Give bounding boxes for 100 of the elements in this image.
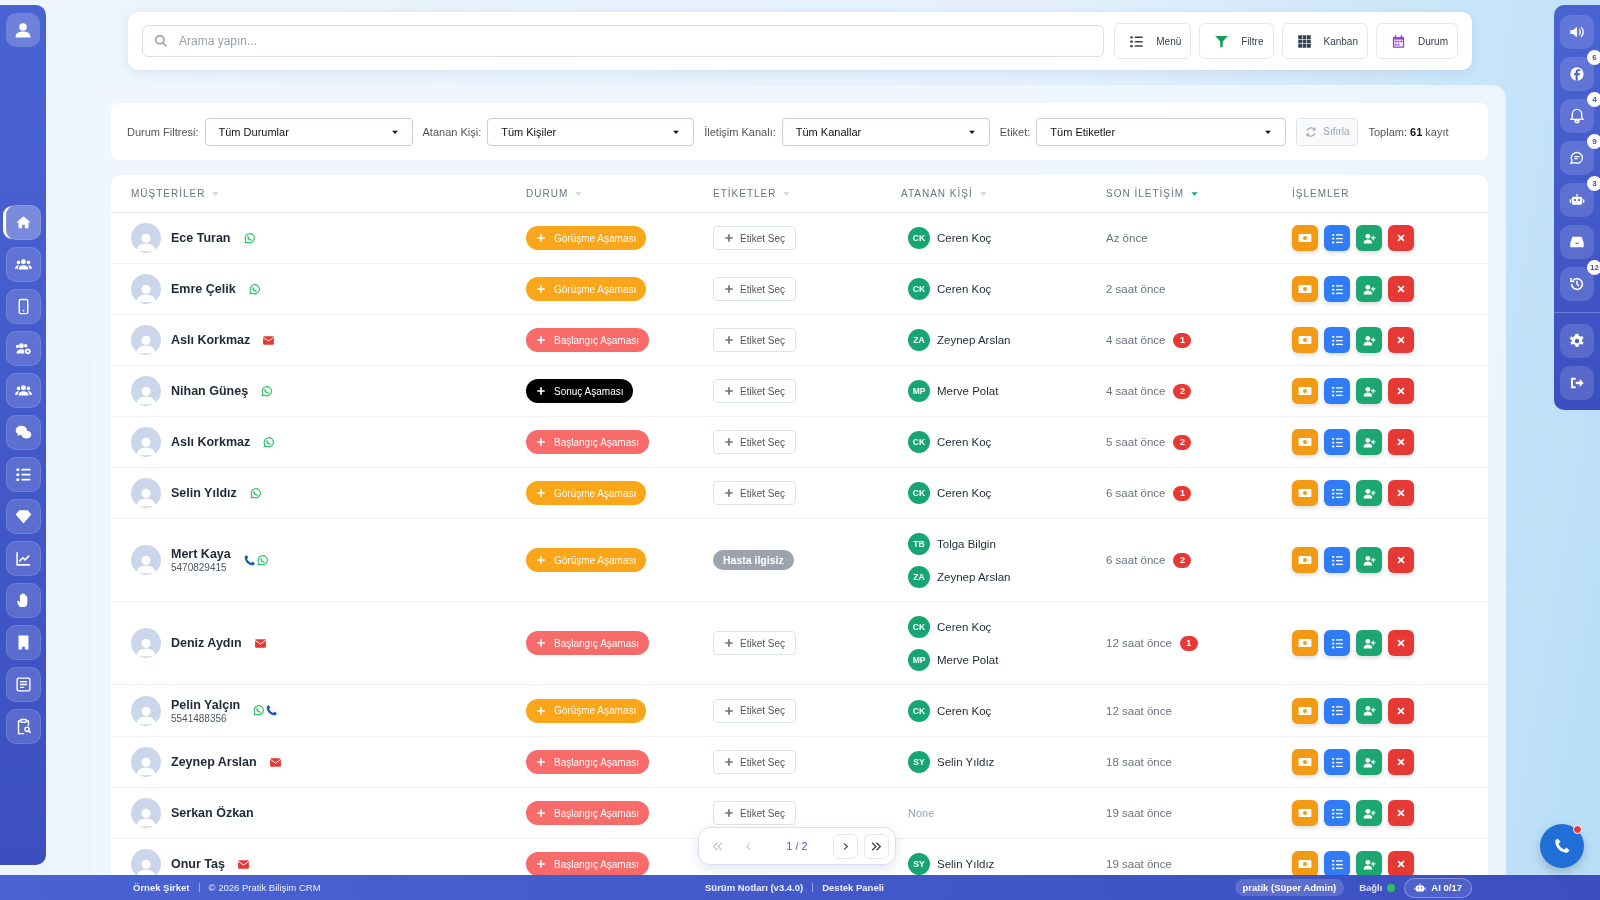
assign-user-button[interactable] — [1356, 378, 1382, 404]
toolbar-button[interactable]: Durum — [1376, 23, 1458, 59]
customer-name[interactable]: Selin Yıldız — [171, 486, 237, 500]
tag-select-button[interactable]: Etiket Seç — [713, 698, 797, 723]
customer-name[interactable]: Onur Taş — [171, 857, 225, 871]
customer-name[interactable]: Aslı Korkmaz — [171, 435, 251, 449]
tag-select-button[interactable]: Etiket Seç — [713, 226, 797, 250]
nav-button[interactable] — [5, 247, 41, 282]
delete-button[interactable] — [1388, 630, 1414, 656]
sidebar-button[interactable] — [1560, 225, 1594, 259]
tasks-button[interactable] — [1324, 225, 1350, 251]
nav-button[interactable] — [5, 373, 41, 408]
tasks-button[interactable] — [1324, 480, 1350, 506]
filter-dropdown[interactable]: Tüm Kanallar — [781, 117, 990, 146]
tasks-button[interactable] — [1324, 800, 1350, 826]
delete-button[interactable] — [1388, 378, 1414, 404]
call-button[interactable] — [1540, 824, 1584, 868]
tag-select-button[interactable]: Etiket Seç — [713, 481, 797, 505]
tasks-button[interactable] — [1324, 749, 1350, 775]
payment-button[interactable] — [1292, 225, 1318, 251]
nav-button[interactable] — [5, 541, 41, 576]
delete-button[interactable] — [1388, 225, 1414, 251]
customer-name[interactable]: Pelin Yalçın — [171, 697, 241, 712]
customer-name[interactable]: Deniz Aydın — [171, 636, 242, 650]
nav-button[interactable] — [5, 499, 41, 534]
column-header[interactable]: İŞLEMLER — [1292, 188, 1350, 199]
payment-button[interactable] — [1292, 327, 1318, 353]
delete-button[interactable] — [1388, 276, 1414, 302]
delete-button[interactable] — [1388, 480, 1414, 506]
assign-user-button[interactable] — [1356, 851, 1382, 875]
delete-button[interactable] — [1388, 697, 1414, 724]
status-pill[interactable]: Sonuç Aşaması — [526, 379, 634, 403]
filter-dropdown[interactable]: Tüm Durumlar — [204, 117, 413, 146]
nav-button[interactable] — [5, 205, 41, 240]
nav-button[interactable] — [5, 709, 41, 744]
payment-button[interactable] — [1292, 480, 1318, 506]
sidebar-button[interactable] — [1560, 183, 1594, 217]
nav-button[interactable] — [5, 667, 41, 702]
last-page-button[interactable] — [864, 833, 889, 859]
filter-dropdown[interactable]: Tüm Kişiler — [487, 117, 695, 146]
delete-button[interactable] — [1388, 851, 1414, 875]
tag-select-button[interactable]: Etiket Seç — [713, 277, 797, 301]
payment-button[interactable] — [1292, 697, 1318, 724]
footer-link[interactable]: Sürüm Notları (v3.4.0) — [705, 882, 804, 893]
delete-button[interactable] — [1388, 749, 1414, 775]
tasks-button[interactable] — [1324, 697, 1350, 724]
tasks-button[interactable] — [1324, 547, 1350, 573]
assign-user-button[interactable] — [1356, 225, 1382, 251]
profile-button[interactable] — [6, 13, 40, 47]
sidebar-button[interactable] — [1560, 141, 1594, 175]
nav-button[interactable] — [5, 415, 41, 450]
assign-user-button[interactable] — [1356, 749, 1382, 775]
assign-user-button[interactable] — [1356, 800, 1382, 826]
column-header[interactable]: MÜŞTERİLER — [131, 188, 206, 199]
customer-name[interactable]: Ece Turan — [171, 231, 231, 245]
payment-button[interactable] — [1292, 851, 1318, 875]
assign-user-button[interactable] — [1356, 697, 1382, 724]
tag-select-button[interactable]: Etiket Seç — [713, 750, 797, 774]
tasks-button[interactable] — [1324, 851, 1350, 875]
customer-name[interactable]: Emre Çelik — [171, 282, 236, 296]
payment-button[interactable] — [1292, 749, 1318, 775]
assign-user-button[interactable] — [1356, 547, 1382, 573]
payment-button[interactable] — [1292, 800, 1318, 826]
customer-name[interactable]: Mert Kaya — [171, 547, 231, 561]
nav-button[interactable] — [5, 457, 41, 492]
nav-button[interactable] — [5, 289, 41, 324]
column-header[interactable]: DURUM — [526, 188, 569, 199]
customer-name[interactable]: Zeynep Arslan — [171, 755, 257, 769]
tasks-button[interactable] — [1324, 276, 1350, 302]
nav-button[interactable] — [5, 583, 41, 618]
payment-button[interactable] — [1292, 429, 1318, 455]
sidebar-button[interactable] — [1560, 99, 1594, 133]
tasks-button[interactable] — [1324, 630, 1350, 656]
toolbar-button[interactable]: Filtre — [1199, 23, 1274, 59]
column-header[interactable]: SON İLETİŞİM — [1106, 188, 1185, 199]
tasks-button[interactable] — [1324, 429, 1350, 455]
nav-button[interactable] — [5, 625, 41, 660]
assign-user-button[interactable] — [1356, 480, 1382, 506]
customer-name[interactable]: Aslı Korkmaz — [171, 333, 251, 347]
tag-select-button[interactable]: Etiket Seç — [713, 328, 797, 352]
assign-user-button[interactable] — [1356, 429, 1382, 455]
assign-user-button[interactable] — [1356, 630, 1382, 656]
delete-button[interactable] — [1388, 547, 1414, 573]
assign-user-button[interactable] — [1356, 327, 1382, 353]
tag-select-button[interactable]: Etiket Seç — [713, 631, 797, 655]
customer-name[interactable]: Serkan Özkan — [171, 806, 254, 820]
filter-dropdown[interactable]: Tüm Etiketler — [1036, 117, 1287, 146]
customer-name[interactable]: Nihan Güneş — [171, 384, 249, 398]
column-header[interactable]: ETİKETLER — [713, 188, 777, 199]
payment-button[interactable] — [1292, 630, 1318, 656]
tag-select-button[interactable]: Etiket Seç — [713, 379, 797, 403]
delete-button[interactable] — [1388, 800, 1414, 826]
delete-button[interactable] — [1388, 429, 1414, 455]
tasks-button[interactable] — [1324, 327, 1350, 353]
payment-button[interactable] — [1292, 547, 1318, 573]
footer-link[interactable]: Destek Paneli — [822, 882, 884, 893]
payment-button[interactable] — [1292, 378, 1318, 404]
assign-user-button[interactable] — [1356, 276, 1382, 302]
tag-select-button[interactable]: Etiket Seç — [713, 430, 797, 454]
column-header[interactable]: ATANAN KİŞİ — [901, 188, 973, 199]
